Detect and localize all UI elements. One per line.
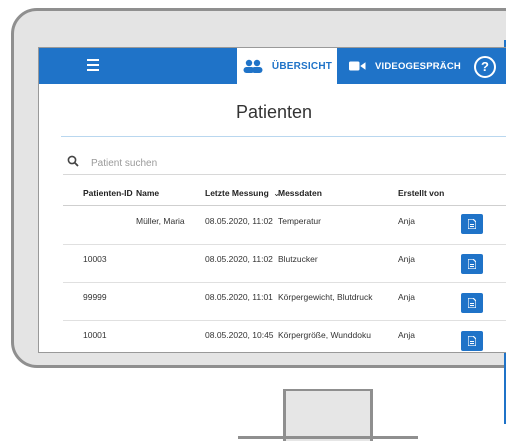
column-header-patient-id[interactable]: Patienten-ID (83, 181, 133, 205)
cell-patient-id: 10001 (83, 330, 107, 340)
search-icon (67, 155, 79, 170)
tab-video-label: VIDEOGESPRÄCH (374, 60, 461, 72)
cell-last-measurement: 08.05.2020, 11:01 (205, 292, 273, 302)
page-title: Patienten (235, 102, 313, 122)
open-document-button[interactable] (461, 214, 483, 234)
table-row[interactable]: 10001 08.05.2020, 10:45 Körpergröße, Wun… (63, 320, 506, 352)
cell-last-measurement: 08.05.2020, 11:02 (205, 254, 273, 264)
column-header-data[interactable]: Messdaten (278, 181, 322, 205)
cell-last-measurement: 08.05.2020, 10:45 (205, 330, 274, 340)
table-row[interactable]: 99999 08.05.2020, 11:01 Körpergewicht, B… (63, 282, 506, 321)
monitor-stand-base (238, 436, 418, 439)
cell-data: Körpergröße, Wunddoku (278, 330, 371, 340)
tab-overview-label: ÜBERSICHT (271, 60, 333, 72)
cell-created-by: Anja (398, 254, 416, 264)
tab-overview[interactable]: ÜBERSICHT (237, 48, 337, 84)
document-icon (468, 298, 476, 308)
open-document-button[interactable] (461, 293, 483, 313)
cell-patient-id: 99999 (83, 292, 107, 302)
cell-last-measurement: 08.05.2020, 11:02 (205, 216, 273, 226)
app-screen: ÜBERSICHT VIDEOGESPRÄCH ? Patienten Pati… (38, 47, 506, 353)
cell-patient-id: 10003 (83, 254, 107, 264)
document-icon (468, 219, 476, 229)
open-document-button[interactable] (461, 331, 483, 351)
open-document-button[interactable] (461, 254, 483, 274)
menu-icon[interactable] (87, 59, 99, 71)
cell-name: Müller, Maria (136, 216, 185, 226)
patient-search-input[interactable] (89, 153, 413, 173)
table-row[interactable]: Müller, Maria 08.05.2020, 11:02 Temperat… (63, 206, 506, 245)
search-bar (63, 150, 506, 175)
users-icon (243, 59, 263, 73)
table-header: Patienten-ID Name Letzte Messung ⌄ Messd… (63, 181, 506, 206)
cell-data: Körpergewicht, Blutdruck (278, 292, 373, 302)
table-row[interactable]: 10003 08.05.2020, 11:02 Blutzucker Anja (63, 244, 506, 283)
document-icon (468, 336, 476, 346)
column-header-last-measurement-label: Letzte Messung (205, 188, 269, 198)
cell-created-by: Anja (398, 292, 416, 302)
cell-created-by: Anja (398, 330, 416, 340)
column-header-name[interactable]: Name (136, 181, 159, 205)
column-header-created-by[interactable]: Erstellt von (398, 181, 444, 205)
monitor-stand-neck (283, 389, 373, 441)
video-camera-icon (349, 61, 366, 71)
help-icon[interactable]: ? (474, 56, 496, 78)
cell-data: Temperatur (278, 216, 321, 226)
tab-video-call[interactable]: VIDEOGESPRÄCH (349, 48, 461, 84)
title-divider (61, 136, 506, 137)
cell-created-by: Anja (398, 216, 416, 226)
document-icon (468, 259, 476, 269)
cell-data: Blutzucker (278, 254, 318, 264)
column-header-last-measurement[interactable]: Letzte Messung ⌄ (205, 181, 280, 205)
top-navigation-bar: ÜBERSICHT VIDEOGESPRÄCH ? (39, 48, 506, 84)
